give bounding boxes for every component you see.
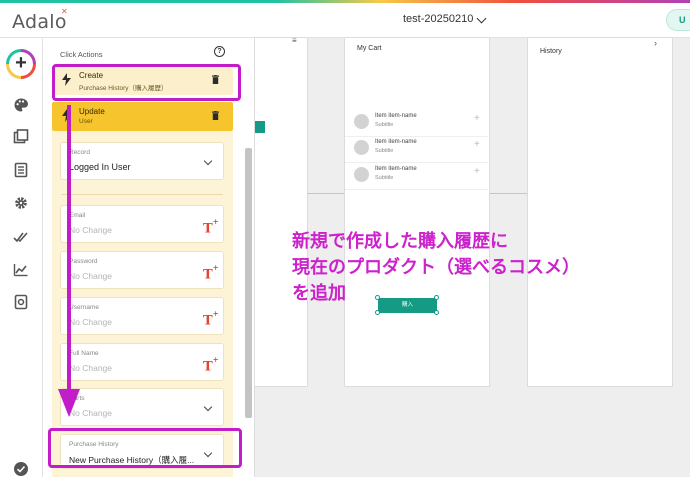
top-right-button[interactable]: U	[666, 9, 690, 31]
chevron-right-icon: ›	[654, 38, 657, 48]
my-cart-screen[interactable]: My Cart Item item-name Subtitle + Item i…	[345, 38, 489, 386]
logo-spark-icon: ✕	[61, 7, 68, 16]
plus-icon: +	[474, 166, 480, 177]
database-icon[interactable]	[13, 162, 29, 178]
highlight-purchase-history	[48, 428, 242, 468]
plus-icon: +	[474, 113, 480, 124]
avatar	[354, 167, 369, 182]
annotation-line: 現在のプロダクト（選べるコスメ）	[292, 257, 580, 278]
item-subtitle: Subtitle	[375, 122, 394, 128]
item-subtitle: Subtitle	[375, 175, 394, 181]
annotation-line: 新規で作成した購入履歴に	[292, 231, 508, 252]
highlight-create-action	[52, 64, 241, 101]
trash-icon[interactable]	[212, 111, 219, 120]
list-item[interactable]: Item item-name Subtitle +	[345, 137, 488, 163]
avatar	[354, 140, 369, 155]
left-toolbar: +	[0, 38, 43, 477]
panel-title: Click Actions	[60, 50, 103, 59]
magic-text-icon[interactable]: T+	[203, 217, 219, 236]
top-bar: Adalo ✕ test-20250210 U	[0, 3, 690, 38]
list-item[interactable]: Item item-name Subtitle +	[345, 111, 488, 137]
gear-icon[interactable]	[13, 195, 29, 211]
screen-title: History	[540, 48, 562, 55]
chevron-down-icon	[203, 402, 213, 412]
checklist-badge-icon[interactable]	[13, 461, 29, 477]
item-title: Item item-name	[375, 139, 417, 145]
item-title: Item item-name	[375, 113, 417, 119]
screens-icon[interactable]	[13, 129, 29, 145]
annotation-text: 新規で作成した購入履歴に 現在のプロダクト（選べるコスメ） を追加	[292, 229, 580, 307]
adalo-logo[interactable]: Adalo	[12, 11, 67, 33]
chevron-down-icon	[203, 156, 213, 166]
screen-title: My Cart	[357, 45, 382, 52]
item-subtitle: Subtitle	[375, 148, 394, 154]
annotation-arrow	[58, 105, 80, 417]
component-fragment[interactable]	[255, 121, 265, 133]
avatar	[354, 114, 369, 129]
plus-icon: +	[9, 52, 33, 76]
magic-text-icon[interactable]: T+	[203, 355, 219, 374]
palette-icon[interactable]	[13, 97, 29, 113]
resize-handle[interactable]	[375, 310, 380, 315]
help-icon[interactable]: ?	[214, 46, 225, 57]
magic-text-icon[interactable]: T+	[203, 309, 219, 328]
screen-left-partial[interactable]: ≡	[255, 36, 307, 386]
list-item[interactable]: Item item-name Subtitle +	[345, 164, 488, 190]
double-check-icon[interactable]	[13, 229, 29, 245]
magic-text-icon[interactable]: T+	[203, 263, 219, 282]
history-screen[interactable]: History ›	[528, 38, 672, 386]
panel-scrollbar[interactable]	[245, 148, 252, 418]
link-connector	[307, 193, 345, 194]
plus-icon: +	[474, 139, 480, 150]
resize-handle[interactable]	[434, 310, 439, 315]
project-name[interactable]: test-20250210	[403, 13, 473, 25]
menu-icon: ≡	[292, 36, 297, 45]
add-component-button[interactable]: +	[6, 49, 36, 79]
analytics-icon[interactable]	[13, 262, 29, 278]
project-chevron-down-icon[interactable]	[476, 13, 487, 24]
annotation-line: を追加	[292, 283, 346, 304]
publish-icon[interactable]	[13, 294, 29, 310]
item-title: Item item-name	[375, 166, 417, 172]
link-connector	[489, 193, 528, 194]
